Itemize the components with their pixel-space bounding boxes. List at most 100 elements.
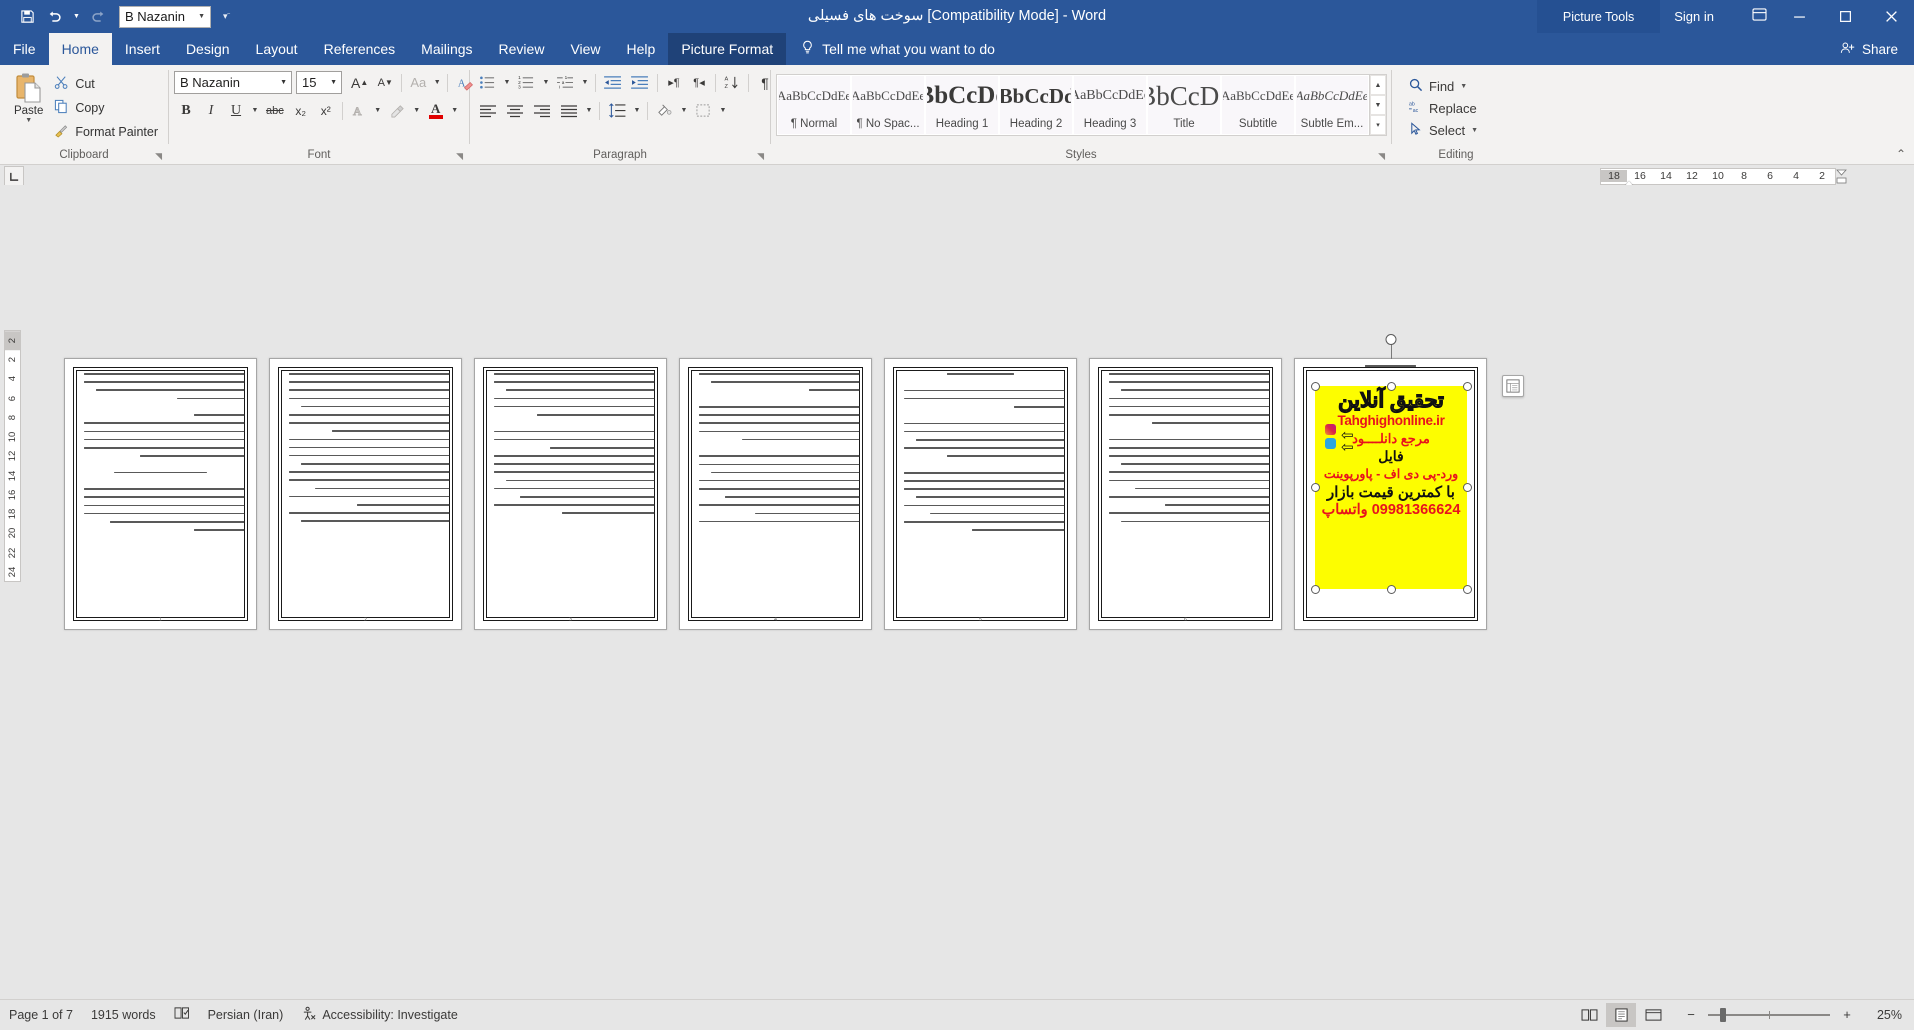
- styles-dialog-launcher-icon[interactable]: ◥: [1378, 149, 1385, 164]
- shading-icon[interactable]: [652, 99, 677, 123]
- zoom-level[interactable]: 25%: [1864, 1008, 1902, 1022]
- styles-more-icon[interactable]: ▾: [1370, 115, 1386, 135]
- page-4[interactable]: 4: [679, 358, 872, 630]
- page-2[interactable]: 2: [269, 358, 462, 630]
- indent-markers-right[interactable]: [1836, 169, 1847, 184]
- justify-dropdown-icon[interactable]: ▼: [583, 107, 595, 114]
- increase-indent-icon[interactable]: [627, 71, 653, 95]
- decrease-indent-icon[interactable]: [600, 71, 626, 95]
- font-dialog-launcher-icon[interactable]: ◥: [456, 149, 463, 164]
- bullets-dropdown-icon[interactable]: ▼: [501, 79, 513, 86]
- tab-design[interactable]: Design: [173, 33, 243, 65]
- horizontal-ruler[interactable]: 18 16 14 12 10 8 6 4 2: [1600, 168, 1836, 185]
- paste-button[interactable]: Paste ▼: [5, 70, 52, 124]
- document-canvas[interactable]: 2 2 4 6 8 10 12 14 16 18 20 22 24: [0, 185, 1914, 982]
- proofing-status[interactable]: [165, 1000, 199, 1030]
- strikethrough-button[interactable]: abc: [262, 99, 288, 123]
- style-heading-3[interactable]: AaBbCcDdEe Heading 3: [1074, 76, 1146, 134]
- style-no-spacing[interactable]: AaBbCcDdEe ¶ No Spac...: [852, 76, 924, 134]
- styles-scroll-down-icon[interactable]: ▼: [1370, 95, 1386, 115]
- underline-dropdown-icon[interactable]: ▼: [249, 107, 261, 114]
- zoom-out-button[interactable]: −: [1682, 1007, 1700, 1022]
- borders-dropdown-icon[interactable]: ▼: [717, 107, 729, 114]
- minimize-button[interactable]: [1776, 0, 1822, 33]
- language-indicator[interactable]: Persian (Iran): [199, 1000, 293, 1030]
- zoom-slider[interactable]: [1708, 1007, 1830, 1023]
- style-title[interactable]: AaBbCcDdEe Title: [1148, 76, 1220, 134]
- tab-insert[interactable]: Insert: [112, 33, 173, 65]
- paragraph-dialog-launcher-icon[interactable]: ◥: [757, 149, 764, 164]
- right-to-left-icon[interactable]: ¶◂: [687, 71, 711, 95]
- shading-dropdown-icon[interactable]: ▼: [678, 107, 690, 114]
- sign-in-button[interactable]: Sign in: [1660, 4, 1728, 29]
- grow-font-button[interactable]: A▲: [347, 71, 372, 95]
- align-left-icon[interactable]: [475, 99, 501, 123]
- style-heading-2[interactable]: AaBbCcDdEe Heading 2: [1000, 76, 1072, 134]
- advertisement-image[interactable]: تحقیق آنلاین Tahghighonline.ir مرجع دانل…: [1315, 386, 1467, 589]
- undo-icon[interactable]: [42, 5, 68, 29]
- web-layout-button[interactable]: [1638, 1003, 1668, 1027]
- numbering-dropdown-icon[interactable]: ▼: [540, 79, 552, 86]
- zoom-in-button[interactable]: +: [1838, 1007, 1856, 1022]
- vertical-ruler[interactable]: 2 2 4 6 8 10 12 14 16 18 20 22 24: [4, 330, 21, 582]
- share-button[interactable]: Share: [1840, 33, 1914, 65]
- tell-me-search[interactable]: Tell me what you want to do: [786, 33, 1009, 65]
- left-to-right-icon[interactable]: ▸¶: [662, 71, 686, 95]
- change-case-button[interactable]: Aa: [406, 71, 430, 95]
- bold-button[interactable]: B: [174, 99, 198, 123]
- tab-references[interactable]: References: [311, 33, 409, 65]
- tab-mailings[interactable]: Mailings: [408, 33, 485, 65]
- font-name-input[interactable]: B Nazanin ▼: [174, 71, 292, 94]
- bullets-icon[interactable]: [475, 71, 500, 95]
- collapse-ribbon-icon[interactable]: ⌃: [1896, 147, 1906, 161]
- cut-button[interactable]: Cut: [52, 73, 163, 95]
- format-painter-button[interactable]: Format Painter: [52, 121, 163, 143]
- justify-icon[interactable]: [556, 99, 582, 123]
- print-layout-button[interactable]: [1606, 1003, 1636, 1027]
- page-indicator[interactable]: Page 1 of 7: [0, 1000, 82, 1030]
- underline-button[interactable]: U: [224, 99, 248, 123]
- line-spacing-icon[interactable]: [604, 99, 630, 123]
- close-button[interactable]: [1868, 0, 1914, 33]
- tab-review[interactable]: Review: [486, 33, 558, 65]
- qat-more-icon[interactable]: ▾‾: [223, 11, 230, 22]
- line-spacing-dropdown-icon[interactable]: ▼: [631, 107, 643, 114]
- font-color-dropdown-icon[interactable]: ▼: [449, 107, 461, 114]
- sort-icon[interactable]: AZ: [720, 71, 744, 95]
- tab-file[interactable]: File: [0, 33, 49, 65]
- page-3[interactable]: 3: [474, 358, 667, 630]
- tab-picture-format[interactable]: Picture Format: [668, 33, 786, 65]
- subscript-button[interactable]: x₂: [289, 99, 313, 123]
- copy-button[interactable]: Copy: [52, 97, 163, 119]
- tab-help[interactable]: Help: [614, 33, 669, 65]
- multilevel-list-icon[interactable]: 1ai: [553, 71, 578, 95]
- style-heading-1[interactable]: AaBbCcDdEe Heading 1: [926, 76, 998, 134]
- accessibility-status[interactable]: Accessibility: Investigate: [292, 1000, 466, 1030]
- restore-button[interactable]: [1822, 0, 1868, 33]
- align-right-icon[interactable]: [529, 99, 555, 123]
- text-effects-button[interactable]: A: [347, 99, 371, 123]
- quick-font-combo[interactable]: B Nazanin ▼: [119, 6, 211, 28]
- font-size-input[interactable]: 15 ▼: [296, 71, 342, 94]
- page-1[interactable]: 1: [64, 358, 257, 630]
- superscript-button[interactable]: x²: [314, 99, 338, 123]
- style-subtle-emphasis[interactable]: AaBbCcDdEe Subtle Em...: [1296, 76, 1368, 134]
- font-color-button[interactable]: A: [424, 99, 448, 123]
- tab-home[interactable]: Home: [49, 33, 112, 65]
- find-button[interactable]: Find ▼: [1407, 76, 1484, 97]
- highlight-dropdown-icon[interactable]: ▼: [411, 107, 423, 114]
- change-case-dropdown-icon[interactable]: ▼: [431, 79, 443, 86]
- tab-layout[interactable]: Layout: [243, 33, 311, 65]
- undo-dropdown-icon[interactable]: ▼: [70, 13, 83, 20]
- style-normal[interactable]: AaBbCcDdEe ¶ Normal: [778, 76, 850, 134]
- replace-button[interactable]: abac Replace: [1407, 98, 1484, 119]
- redo-icon[interactable]: [85, 5, 111, 29]
- text-effects-dropdown-icon[interactable]: ▼: [372, 107, 384, 114]
- ribbon-display-options-icon[interactable]: [1742, 8, 1776, 25]
- highlight-button[interactable]: [385, 99, 410, 123]
- tab-stop-selector[interactable]: [4, 166, 24, 186]
- clipboard-dialog-launcher-icon[interactable]: ◥: [155, 149, 162, 164]
- page-7[interactable]: تحقیق آنلاین Tahghighonline.ir مرجع دانل…: [1294, 358, 1487, 630]
- borders-icon[interactable]: [691, 99, 716, 123]
- styles-scroll-up-icon[interactable]: ▲: [1370, 75, 1386, 95]
